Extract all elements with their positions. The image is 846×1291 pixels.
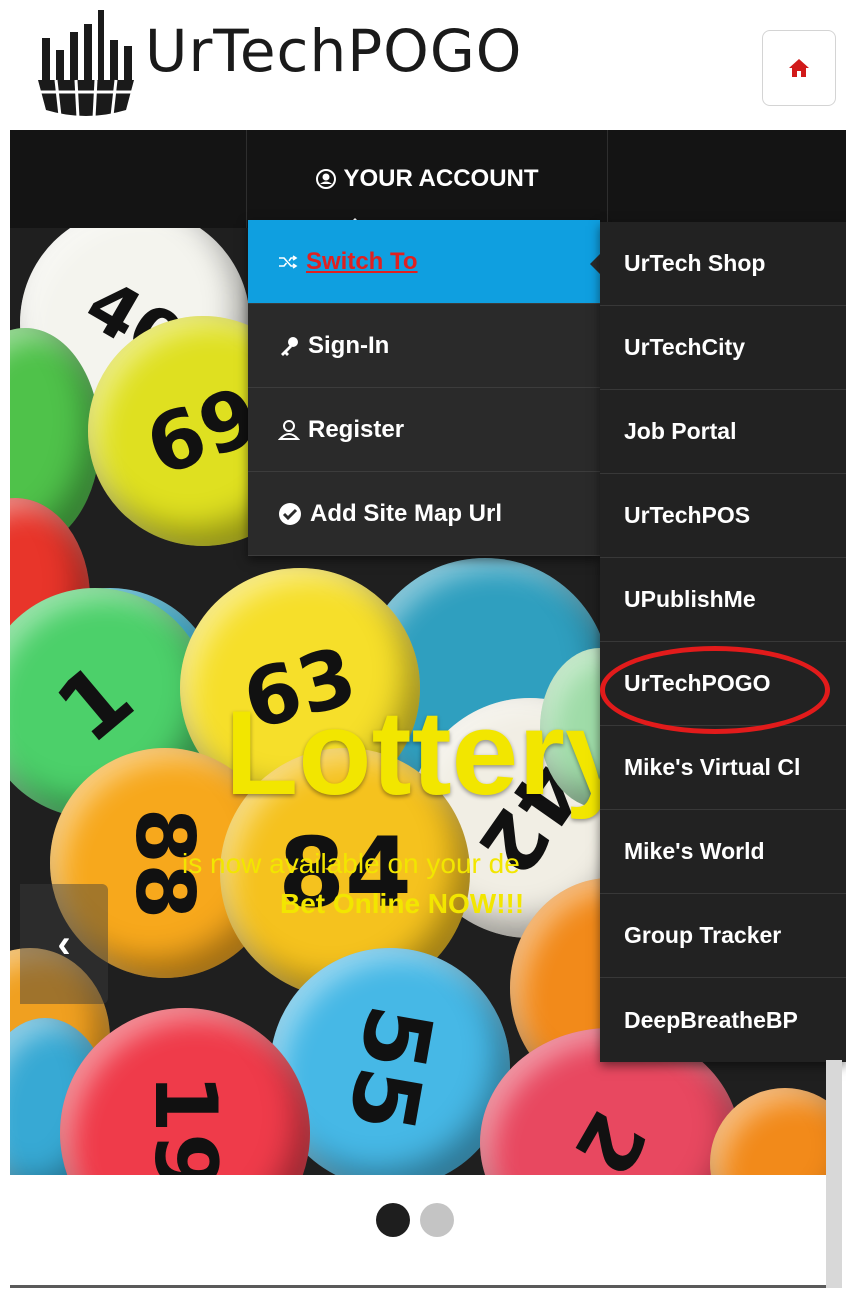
highlight-annotation-circle: [600, 646, 830, 734]
switch-to-submenu: UrTech Shop UrTechCity Job Portal UrTech…: [600, 222, 846, 1062]
submenu-item-deepbreathebp[interactable]: DeepBreatheBP: [600, 978, 846, 1062]
site-header: UrTechPOGO: [0, 0, 846, 130]
main-navbar: YOUR ACCOUNT: [10, 130, 846, 228]
check-circle-icon: [279, 502, 301, 525]
menu-item-add-site-map-url[interactable]: Add Site Map Url: [248, 472, 600, 556]
chevron-left-icon: ‹: [57, 921, 71, 966]
carousel-indicator-1[interactable]: [376, 1203, 410, 1237]
divider: [10, 1285, 826, 1288]
hero-title: Lottery: [225, 686, 632, 820]
home-button[interactable]: [762, 30, 836, 106]
menu-item-label: Switch To: [306, 247, 418, 275]
hero-subtitle: is now available on your de: [182, 848, 520, 879]
page-scrollbar[interactable]: [826, 1060, 842, 1288]
menu-item-label: Add Site Map Url: [310, 499, 503, 527]
hero-cta-text: Bet Online NOW!!!: [280, 888, 525, 919]
submenu-item-urtech-shop[interactable]: UrTech Shop: [600, 222, 846, 306]
menu-item-sign-in[interactable]: Sign-In: [248, 304, 600, 388]
menu-item-label: Register: [308, 415, 405, 443]
menu-item-switch-to[interactable]: Switch To: [248, 220, 600, 304]
submenu-item-group-tracker[interactable]: Group Tracker: [600, 894, 846, 978]
key-icon: [281, 336, 298, 356]
nav-account-label: YOUR ACCOUNT: [343, 165, 539, 192]
carousel-indicators: [0, 1175, 846, 1291]
submenu-item-urtechpos[interactable]: UrTechPOS: [600, 474, 846, 558]
menu-item-label: Sign-In: [308, 331, 390, 359]
site-logo-text[interactable]: UrTechPOGO: [145, 22, 522, 80]
menu-item-register[interactable]: Register: [248, 388, 600, 472]
submenu-item-job-portal[interactable]: Job Portal: [600, 390, 846, 474]
carousel-indicator-2[interactable]: [420, 1203, 454, 1237]
submenu-item-mikes-world[interactable]: Mike's World: [600, 810, 846, 894]
submenu-item-urtechcity[interactable]: UrTechCity: [600, 306, 846, 390]
submenu-item-mikes-virtual-club[interactable]: Mike's Virtual Cl: [600, 726, 846, 810]
user-circle-icon: [316, 169, 337, 189]
carousel-prev-button[interactable]: ‹: [20, 884, 108, 1004]
shuffle-icon: [279, 254, 298, 269]
user-icon: [278, 419, 300, 440]
account-dropdown-menu: Switch To Sign-In Register Add Site Map …: [248, 220, 600, 556]
home-icon: [789, 59, 809, 77]
submenu-item-upublishme[interactable]: UPublishMe: [600, 558, 846, 642]
logo-icon[interactable]: [36, 10, 136, 118]
nav-your-account[interactable]: YOUR ACCOUNT: [246, 130, 608, 228]
